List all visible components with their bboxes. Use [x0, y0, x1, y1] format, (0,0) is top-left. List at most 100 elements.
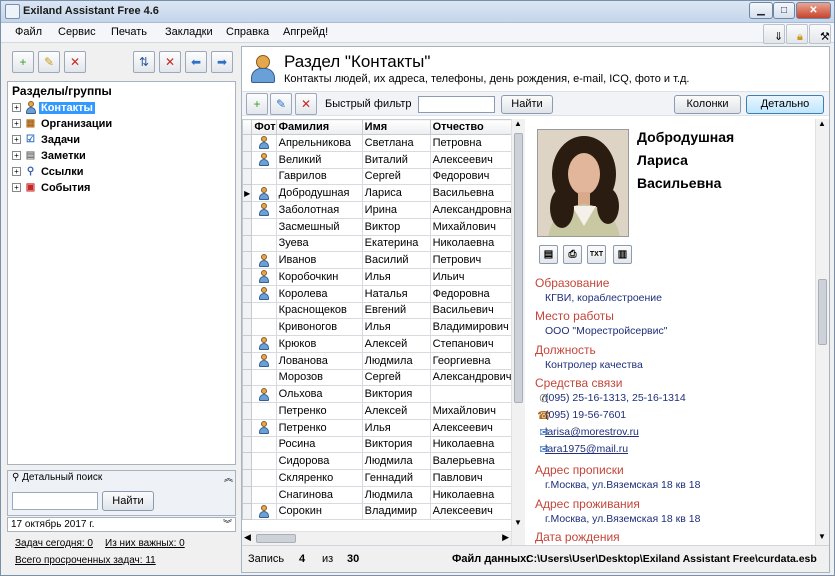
firstname-cell[interactable]: Илья — [361, 318, 431, 336]
columns-button[interactable]: Колонки — [674, 95, 741, 114]
firstname-cell[interactable]: Евгений — [361, 301, 431, 320]
photo-cell[interactable] — [251, 402, 277, 420]
firstname-cell[interactable]: Виктория — [361, 385, 431, 403]
firstname-cell[interactable]: Илья — [361, 268, 431, 286]
firstname-cell[interactable]: Екатерина — [361, 234, 431, 253]
lastname-cell[interactable]: Скляренко — [275, 469, 363, 487]
row-indicator[interactable] — [242, 217, 253, 236]
lastname-cell[interactable]: Засмешный — [275, 217, 363, 236]
tasks-today-link[interactable]: Задач сегодня: 0 — [15, 538, 93, 549]
lastname-cell[interactable]: Добродушная — [275, 184, 363, 202]
firstname-cell[interactable]: Людмила — [361, 351, 431, 370]
photo-cell[interactable] — [251, 335, 277, 353]
scroll-right-icon[interactable]: ▶ — [502, 532, 509, 543]
middlename-cell[interactable]: Валерьевна — [429, 452, 513, 470]
middlename-cell[interactable]: Алексеевич — [429, 502, 513, 521]
scroll-down-icon[interactable]: ▼ — [818, 532, 826, 541]
edit-record-button[interactable]: ✎ — [270, 93, 292, 115]
lastname-cell[interactable]: Крюков — [275, 335, 363, 353]
date-selector[interactable]: 17 октябрь 2017 г. ︾ — [7, 517, 236, 532]
photo-cell[interactable] — [251, 385, 277, 403]
table-row[interactable]: КрюковАлексейСтепановичС — [242, 335, 525, 353]
scroll-up-icon[interactable]: ▲ — [818, 119, 826, 128]
photo-cell[interactable] — [251, 418, 277, 437]
table-row[interactable]: ВеликийВиталийАлексеевичТ — [242, 150, 525, 169]
scroll-left-icon[interactable]: ◀ — [244, 532, 251, 543]
expand-icon[interactable]: + — [12, 119, 21, 128]
lastname-cell[interactable]: Морозов — [275, 368, 363, 387]
photo-cell[interactable] — [251, 150, 277, 169]
firstname-cell[interactable]: Василий — [361, 251, 431, 269]
photo-cell[interactable] — [251, 284, 277, 303]
row-indicator[interactable] — [242, 418, 253, 437]
firstname-cell[interactable]: Алексей — [361, 402, 431, 420]
email-link-1[interactable]: larisa@morestrov.ru — [545, 426, 639, 438]
photo-cell[interactable] — [251, 469, 277, 487]
expand-icon[interactable]: + — [12, 135, 21, 144]
photo-cell[interactable] — [251, 234, 277, 253]
delete-folder-button[interactable]: ✕ — [64, 51, 86, 73]
middlename-cell[interactable]: Михайлович — [429, 217, 513, 236]
expand-icon[interactable]: + — [12, 103, 21, 112]
photo-cell[interactable] — [251, 502, 277, 521]
tasks-overdue-link[interactable]: Всего просроченных задач: 11 — [15, 555, 156, 566]
photo-cell[interactable] — [251, 301, 277, 320]
firstname-cell[interactable]: Сергей — [361, 167, 431, 186]
tree-item-organizations[interactable]: + ▦ Организации — [12, 117, 114, 132]
middlename-cell[interactable]: Федорович — [429, 167, 513, 186]
row-indicator[interactable] — [242, 402, 253, 420]
middlename-cell[interactable] — [429, 385, 513, 403]
column-header-photo[interactable]: Фот — [251, 119, 277, 135]
filter-find-button[interactable]: Найти — [501, 95, 553, 114]
lastname-cell[interactable]: Петренко — [275, 418, 363, 437]
middlename-cell[interactable]: Федоровна — [429, 284, 513, 303]
edit-folder-button[interactable]: ✎ — [38, 51, 60, 73]
middlename-cell[interactable]: Владимирович — [429, 318, 513, 336]
column-header-lastname[interactable]: Фамилия — [275, 119, 363, 135]
lastname-cell[interactable]: Кривоногов — [275, 318, 363, 336]
table-row[interactable]: ПетренкоАлексейМихайловичЗ — [242, 402, 525, 420]
table-row[interactable]: ЗуеваЕкатеринаНиколаевнаЗ — [242, 234, 525, 253]
tree-item-notes[interactable]: + ▤ Заметки — [12, 149, 88, 164]
table-row[interactable]: АпрельниковаСветланаПетровнаС — [242, 134, 525, 152]
row-indicator[interactable] — [242, 167, 253, 186]
middlename-cell[interactable]: Николаевна — [429, 435, 513, 454]
row-indicator[interactable] — [242, 335, 253, 353]
lastname-cell[interactable]: Краснощеков — [275, 301, 363, 320]
photo-cell[interactable] — [251, 351, 277, 370]
middlename-cell[interactable]: Алексеевич — [429, 418, 513, 437]
middlename-cell[interactable]: Александровна — [429, 201, 513, 219]
collapse-icon[interactable]: ︽ — [224, 471, 233, 484]
quick-filter-input[interactable] — [418, 96, 495, 113]
table-row[interactable]: ▶ДобродушнаяЛарисаВасильевнаС — [242, 184, 525, 202]
firstname-cell[interactable]: Владимир — [361, 502, 431, 521]
lastname-cell[interactable]: Петренко — [275, 402, 363, 420]
table-row[interactable]: Ольхова Виктория — [242, 385, 525, 403]
table-row[interactable]: ЗасмешныйВикторМихайловичЗ — [242, 217, 525, 236]
firstname-cell[interactable]: Сергей — [361, 368, 431, 387]
grid-vertical-scrollbar[interactable]: ▲ ▼ — [511, 119, 525, 545]
row-indicator[interactable]: ▶ — [242, 184, 253, 202]
details-scroll-thumb[interactable] — [818, 279, 827, 345]
firstname-cell[interactable]: Людмила — [361, 452, 431, 470]
firstname-cell[interactable]: Виктория — [361, 435, 431, 454]
firstname-cell[interactable]: Геннадий — [361, 469, 431, 487]
table-row[interactable]: СорокинВладимирАлексеевичЗ — [242, 502, 525, 521]
photo-cell[interactable] — [251, 485, 277, 504]
firstname-cell[interactable]: Светлана — [361, 134, 431, 152]
detail-search-button[interactable]: Найти — [102, 491, 154, 511]
add-folder-button[interactable]: + — [12, 51, 34, 73]
add-subfolder-button[interactable]: ⇅ — [133, 51, 155, 73]
row-indicator[interactable] — [242, 134, 253, 152]
lastname-cell[interactable]: Заболотная — [275, 201, 363, 219]
row-indicator[interactable] — [242, 502, 253, 521]
middlename-cell[interactable]: Николаевна — [429, 485, 513, 504]
email-link-2[interactable]: lara1975@mail.ru — [545, 443, 628, 455]
lastname-cell[interactable]: Сидорова — [275, 452, 363, 470]
lastname-cell[interactable]: Гаврилов — [275, 167, 363, 186]
row-indicator[interactable] — [242, 150, 253, 169]
title-bar[interactable]: Exiland Assistant Free 4.6 ▁ □ ✕ — [1, 1, 834, 23]
photo-cell[interactable] — [251, 134, 277, 152]
lastname-cell[interactable]: Лованова — [275, 351, 363, 370]
delete-subfolder-button[interactable]: ✕ — [159, 51, 181, 73]
